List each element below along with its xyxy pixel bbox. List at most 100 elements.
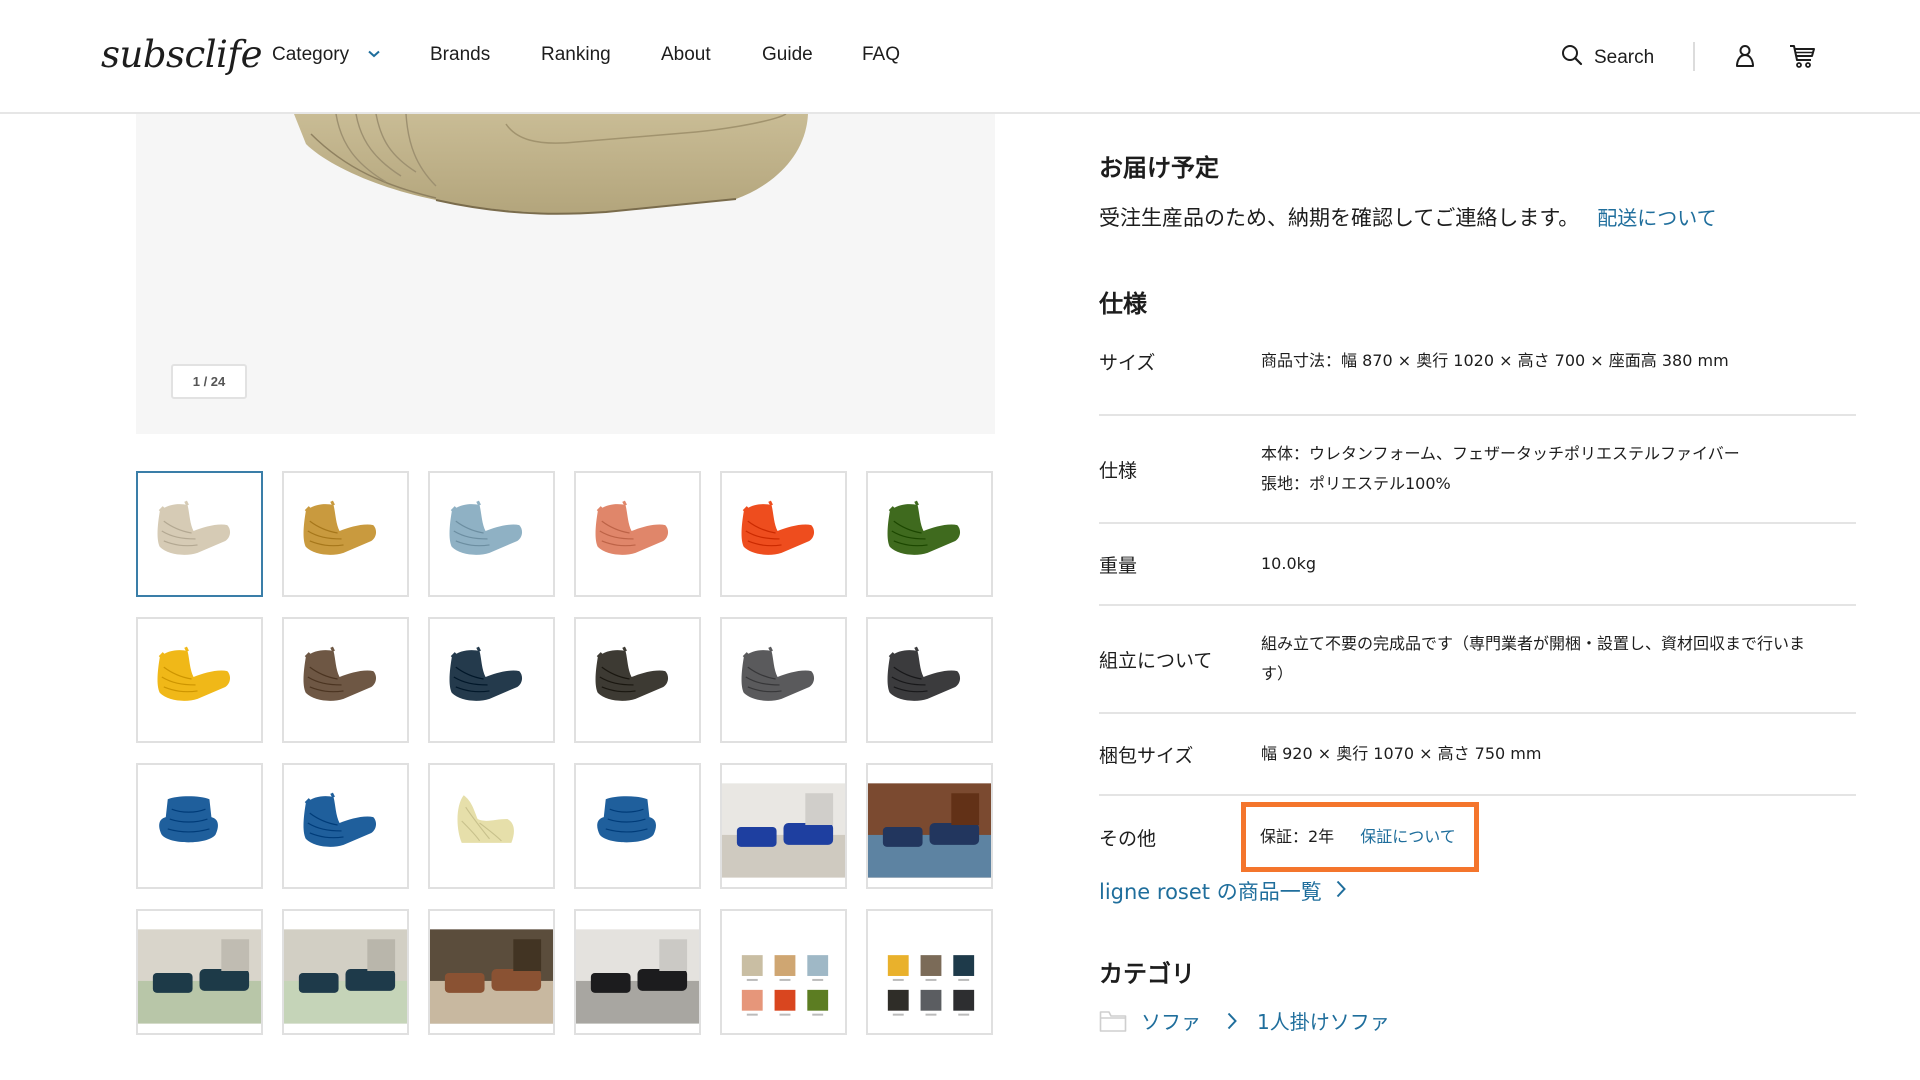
brand-link-label: ligne roset の商品一覧 xyxy=(1099,880,1322,904)
spec-line: 幅 920 × 奥行 1070 × 高さ 750 mm xyxy=(1261,744,1542,763)
site-header: subsclife Category Brands Ranking About … xyxy=(0,0,1920,114)
user-icon xyxy=(1733,45,1757,74)
sofa-photo xyxy=(303,500,377,555)
delivery-heading: お届け予定 xyxy=(1099,154,1219,182)
spec-value: 商品寸法：幅 870 × 奥行 1020 × 高さ 700 × 座面高 380 … xyxy=(1261,346,1856,376)
spec-row-other: その他 保証：2年 保証について xyxy=(1099,796,1856,878)
thumbnail-24[interactable] xyxy=(866,909,993,1035)
warranty-value: 保証：2年 xyxy=(1260,827,1335,846)
nav-ranking[interactable]: Ranking xyxy=(541,44,611,66)
nav-about[interactable]: About xyxy=(661,44,711,66)
spec-value: 10.0kg xyxy=(1261,549,1856,579)
delivery-info: 受注生産品のため、納期を確認してご連絡します。 配送について xyxy=(1099,202,1717,232)
thumbnail-11[interactable] xyxy=(720,617,847,743)
thumbnail-22[interactable] xyxy=(574,909,701,1035)
thumbnail-7[interactable] xyxy=(136,617,263,743)
spec-value: 保証：2年 保証について xyxy=(1241,802,1856,872)
sofa-photo xyxy=(741,646,815,701)
thumbnail-12[interactable] xyxy=(866,617,993,743)
spec-row-material: 仕様 本体：ウレタンフォーム、フェザータッチポリエステルファイバー 張地：ポリエ… xyxy=(1099,416,1856,524)
thumbnail-9[interactable] xyxy=(428,617,555,743)
category-breadcrumb: ソファ 1人掛けソファ xyxy=(1099,1006,1390,1035)
sofa-photo xyxy=(159,796,218,843)
delivery-text: 受注生産品のため、納期を確認してご連絡します。 xyxy=(1099,206,1580,230)
sofa-photo xyxy=(457,795,514,843)
warranty-info-link[interactable]: 保証について xyxy=(1360,822,1456,852)
chevron-down-icon xyxy=(368,42,381,64)
sofa-photo xyxy=(449,646,523,701)
spec-line: 組み立て不要の完成品です（専門業者が開梱・設置し、資材回収まで行いま xyxy=(1261,634,1806,653)
thumbnail-16[interactable] xyxy=(574,763,701,889)
product-photo xyxy=(294,114,808,215)
room-photo xyxy=(868,783,991,878)
image-counter: 1 / 24 xyxy=(171,364,247,399)
nav-guide[interactable]: Guide xyxy=(762,44,813,66)
sofa-photo xyxy=(741,500,815,555)
thumbnail-6[interactable] xyxy=(866,471,993,597)
sofa-photo xyxy=(595,646,669,701)
thumbnail-23[interactable] xyxy=(720,909,847,1035)
spec-table: サイズ 商品寸法：幅 870 × 奥行 1020 × 高さ 700 × 座面高 … xyxy=(1099,328,1856,878)
thumbnail-5[interactable] xyxy=(720,471,847,597)
thumbnail-2[interactable] xyxy=(282,471,409,597)
thumbnail-18[interactable] xyxy=(866,763,993,889)
thumbnail-13[interactable] xyxy=(136,763,263,889)
spec-label: 重量 xyxy=(1099,554,1138,577)
spec-label: 梱包サイズ xyxy=(1099,744,1194,767)
thumbnail-15[interactable] xyxy=(428,763,555,889)
room-photo xyxy=(576,929,699,1024)
thumbnail-3[interactable] xyxy=(428,471,555,597)
fabric-swatches-image xyxy=(887,955,975,1016)
thumbnail-4[interactable] xyxy=(574,471,701,597)
spec-line: 張地：ポリエステル100% xyxy=(1261,474,1451,493)
thumbnail-1[interactable] xyxy=(136,471,263,597)
sofa-photo xyxy=(449,500,523,555)
spec-value: 幅 920 × 奥行 1070 × 高さ 750 mm xyxy=(1261,739,1856,769)
fabric-swatches-image xyxy=(741,955,829,1016)
spec-line: 10.0kg xyxy=(1261,554,1317,573)
spec-line: 本体：ウレタンフォーム、フェザータッチポリエステルファイバー xyxy=(1261,444,1740,463)
shipping-info-link[interactable]: 配送について xyxy=(1597,206,1716,230)
breadcrumb-single-sofa[interactable]: 1人掛けソファ xyxy=(1257,1006,1390,1035)
account-button[interactable] xyxy=(1733,44,1759,70)
cart-button[interactable] xyxy=(1789,44,1815,70)
thumbnail-17[interactable] xyxy=(720,763,847,889)
chevron-right-icon xyxy=(1227,1012,1237,1030)
spec-row-package-size: 梱包サイズ 幅 920 × 奥行 1070 × 高さ 750 mm xyxy=(1099,714,1856,796)
spec-line: 商品寸法：幅 870 × 奥行 1020 × 高さ 700 × 座面高 380 … xyxy=(1261,351,1729,370)
spec-label: 組立について xyxy=(1099,649,1213,672)
room-photo xyxy=(722,783,845,878)
spec-value: 本体：ウレタンフォーム、フェザータッチポリエステルファイバー 張地：ポリエステル… xyxy=(1261,439,1856,499)
site-logo[interactable]: subsclife xyxy=(101,33,262,76)
sofa-photo xyxy=(303,646,377,701)
search-button[interactable]: Search xyxy=(1561,44,1654,72)
room-photo xyxy=(138,929,261,1024)
nav-faq[interactable]: FAQ xyxy=(862,44,900,66)
sofa-photo xyxy=(157,500,231,555)
brand-products-link[interactable]: ligne roset の商品一覧 xyxy=(1099,876,1346,906)
spec-row-size: サイズ 商品寸法：幅 870 × 奥行 1020 × 高さ 700 × 座面高 … xyxy=(1099,328,1856,416)
spec-label: サイズ xyxy=(1099,351,1156,374)
sofa-photo xyxy=(887,646,961,701)
spec-value: 組み立て不要の完成品です（専門業者が開梱・設置し、資材回収まで行いま す） xyxy=(1261,629,1856,689)
thumbnail-8[interactable] xyxy=(282,617,409,743)
nav-category[interactable]: Category xyxy=(272,42,381,66)
main-product-image[interactable]: 1 / 24 xyxy=(136,114,995,434)
spec-heading: 仕様 xyxy=(1099,290,1147,318)
search-icon xyxy=(1561,44,1583,72)
thumbnail-19[interactable] xyxy=(136,909,263,1035)
breadcrumb-sofa[interactable]: ソファ xyxy=(1141,1006,1201,1035)
room-photo xyxy=(284,929,407,1024)
folder-icon xyxy=(1099,1009,1127,1033)
warranty-highlight: 保証：2年 保証について xyxy=(1241,802,1479,872)
thumbnail-10[interactable] xyxy=(574,617,701,743)
cart-icon xyxy=(1789,45,1817,74)
spec-line: す） xyxy=(1261,664,1294,683)
thumbnail-14[interactable] xyxy=(282,763,409,889)
search-label: Search xyxy=(1594,47,1655,68)
nav-brands[interactable]: Brands xyxy=(430,44,490,66)
thumbnail-21[interactable] xyxy=(428,909,555,1035)
chevron-right-icon xyxy=(1336,879,1346,903)
spec-row-weight: 重量 10.0kg xyxy=(1099,524,1856,606)
thumbnail-20[interactable] xyxy=(282,909,409,1035)
